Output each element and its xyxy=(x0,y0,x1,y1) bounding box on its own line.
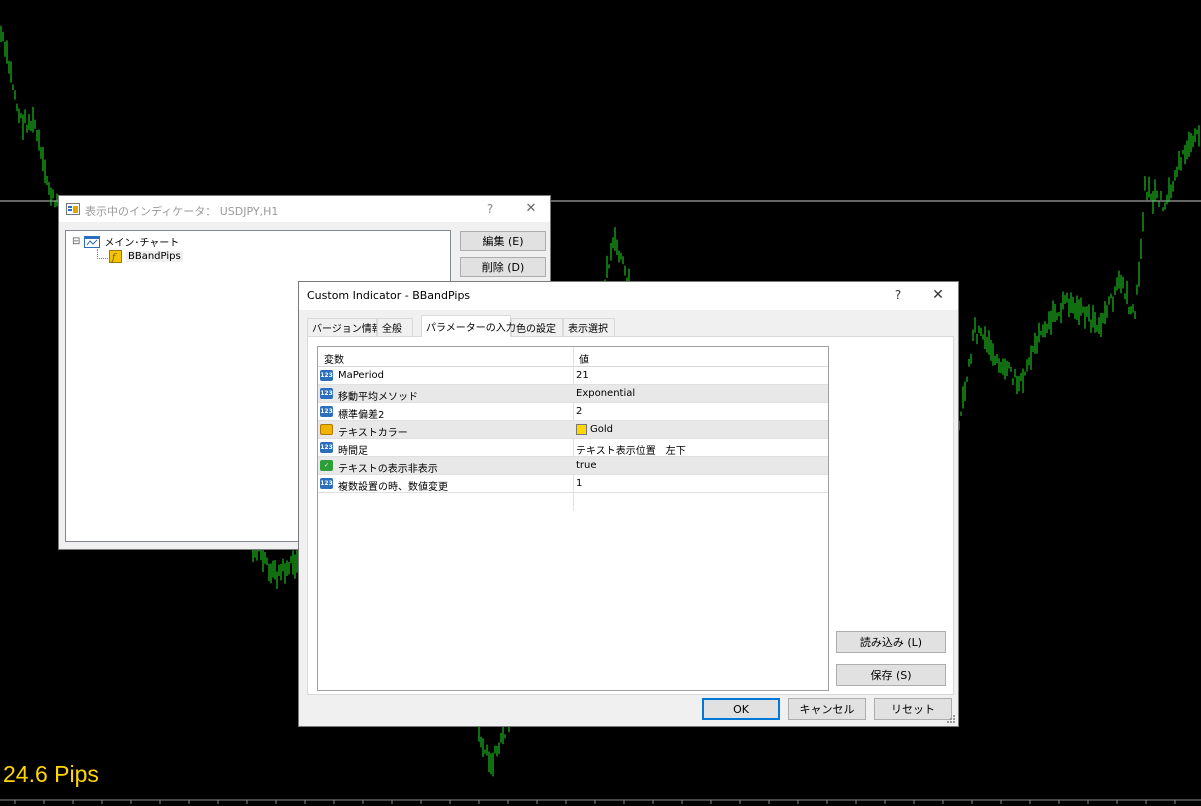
param-name: テキストカラー xyxy=(338,428,408,439)
help-button[interactable]: ? xyxy=(480,202,500,216)
close-button[interactable]: ✕ xyxy=(928,287,948,303)
param-name: 標準偏差2 xyxy=(338,410,385,421)
tree-node-main-chart[interactable]: ⊟ メイン･チャート xyxy=(72,234,179,249)
param-row[interactable]: 123 複数設置の時、数値変更 1 xyxy=(318,475,828,493)
tab-visualization[interactable]: 表示選択 xyxy=(563,318,615,336)
chart-window-icon xyxy=(84,235,101,248)
number-icon: 123 xyxy=(320,406,333,417)
pips-label: 24.6 Pips xyxy=(3,761,99,787)
param-row[interactable]: テキストカラー Gold xyxy=(318,421,828,439)
param-value[interactable]: 1 xyxy=(576,478,582,489)
reset-button[interactable]: リセット xyxy=(874,698,952,720)
color-icon xyxy=(320,424,333,435)
param-name: テキストの表示非表示 xyxy=(338,464,438,475)
window-app-icon xyxy=(66,203,80,215)
tab-input-parameters[interactable]: パラメーターの入力 xyxy=(421,315,516,337)
ok-button[interactable]: OK xyxy=(702,698,780,720)
indicators-window-titlebar[interactable]: 表示中のインディケータ： USDJPY,H1 ? ✕ xyxy=(59,196,550,222)
dialog-titlebar[interactable]: Custom Indicator - BBandPips ? ✕ xyxy=(299,282,958,310)
dialog-title: Custom Indicator - BBandPips xyxy=(307,289,471,302)
tab-general[interactable]: 全般 xyxy=(377,318,413,336)
time-axis-ticks xyxy=(14,800,1176,804)
param-value[interactable]: true xyxy=(576,460,597,471)
tab-version-info[interactable]: バージョン情報 xyxy=(307,318,382,336)
param-name: 複数設置の時、数値変更 xyxy=(338,482,448,493)
number-icon: 123 xyxy=(320,370,333,381)
color-swatch xyxy=(576,424,587,435)
cancel-button[interactable]: キャンセル xyxy=(788,698,866,720)
tab-colors[interactable]: 色の設定 xyxy=(511,318,563,336)
param-row[interactable]: 123 MaPeriod 21 xyxy=(318,367,828,385)
resize-grip-icon[interactable] xyxy=(946,714,956,724)
param-row[interactable]: ✓ テキストの表示非表示 true xyxy=(318,457,828,475)
tree-node-label: BBandPips xyxy=(126,251,183,262)
help-button[interactable]: ? xyxy=(888,288,908,302)
parameters-grid[interactable]: 変数 値 123 MaPeriod 21 123 移動平均メソッド Expone… xyxy=(317,346,829,691)
number-icon: 123 xyxy=(320,388,333,399)
tree-connector xyxy=(97,249,108,259)
edit-button[interactable]: 編集 (E) xyxy=(460,231,546,251)
tree-node-label: メイン･チャート xyxy=(104,238,180,249)
param-row[interactable]: 123 時間足 テキスト表示位置 左下 xyxy=(318,439,828,457)
indicators-window-title: 表示中のインディケータ： USDJPY,H1 xyxy=(85,205,279,218)
param-value[interactable]: テキスト表示位置 左下 xyxy=(576,442,686,457)
param-value[interactable]: 21 xyxy=(576,370,589,381)
parameters-panel: 変数 値 123 MaPeriod 21 123 移動平均メソッド Expone… xyxy=(307,336,954,695)
custom-indicator-dialog: Custom Indicator - BBandPips ? ✕ バージョン情報… xyxy=(298,281,959,727)
param-value[interactable]: Exponential xyxy=(576,388,635,399)
collapse-icon[interactable]: ⊟ xyxy=(72,236,80,247)
delete-button[interactable]: 削除 (D) xyxy=(460,257,546,277)
bool-icon: ✓ xyxy=(320,460,333,471)
number-icon: 123 xyxy=(320,478,333,489)
column-header-variable[interactable]: 変数 xyxy=(324,351,344,366)
param-row[interactable]: 123 標準偏差2 2 xyxy=(318,403,828,421)
close-button[interactable]: ✕ xyxy=(521,201,541,216)
column-header-value[interactable]: 値 xyxy=(579,351,589,366)
param-value[interactable]: 2 xyxy=(576,406,582,417)
param-name: 移動平均メソッド xyxy=(338,392,418,403)
save-button[interactable]: 保存 (S) xyxy=(836,664,946,686)
param-name: 時間足 xyxy=(338,446,368,457)
tree-node-bbandpips[interactable]: f BBandPips xyxy=(109,250,183,263)
number-icon: 123 xyxy=(320,442,333,453)
param-row[interactable]: 123 移動平均メソッド Exponential xyxy=(318,385,828,403)
load-button[interactable]: 読み込み (L) xyxy=(836,631,946,653)
param-name: MaPeriod xyxy=(338,370,384,381)
param-value[interactable]: Gold xyxy=(576,424,613,435)
custom-indicator-icon: f xyxy=(109,250,122,263)
